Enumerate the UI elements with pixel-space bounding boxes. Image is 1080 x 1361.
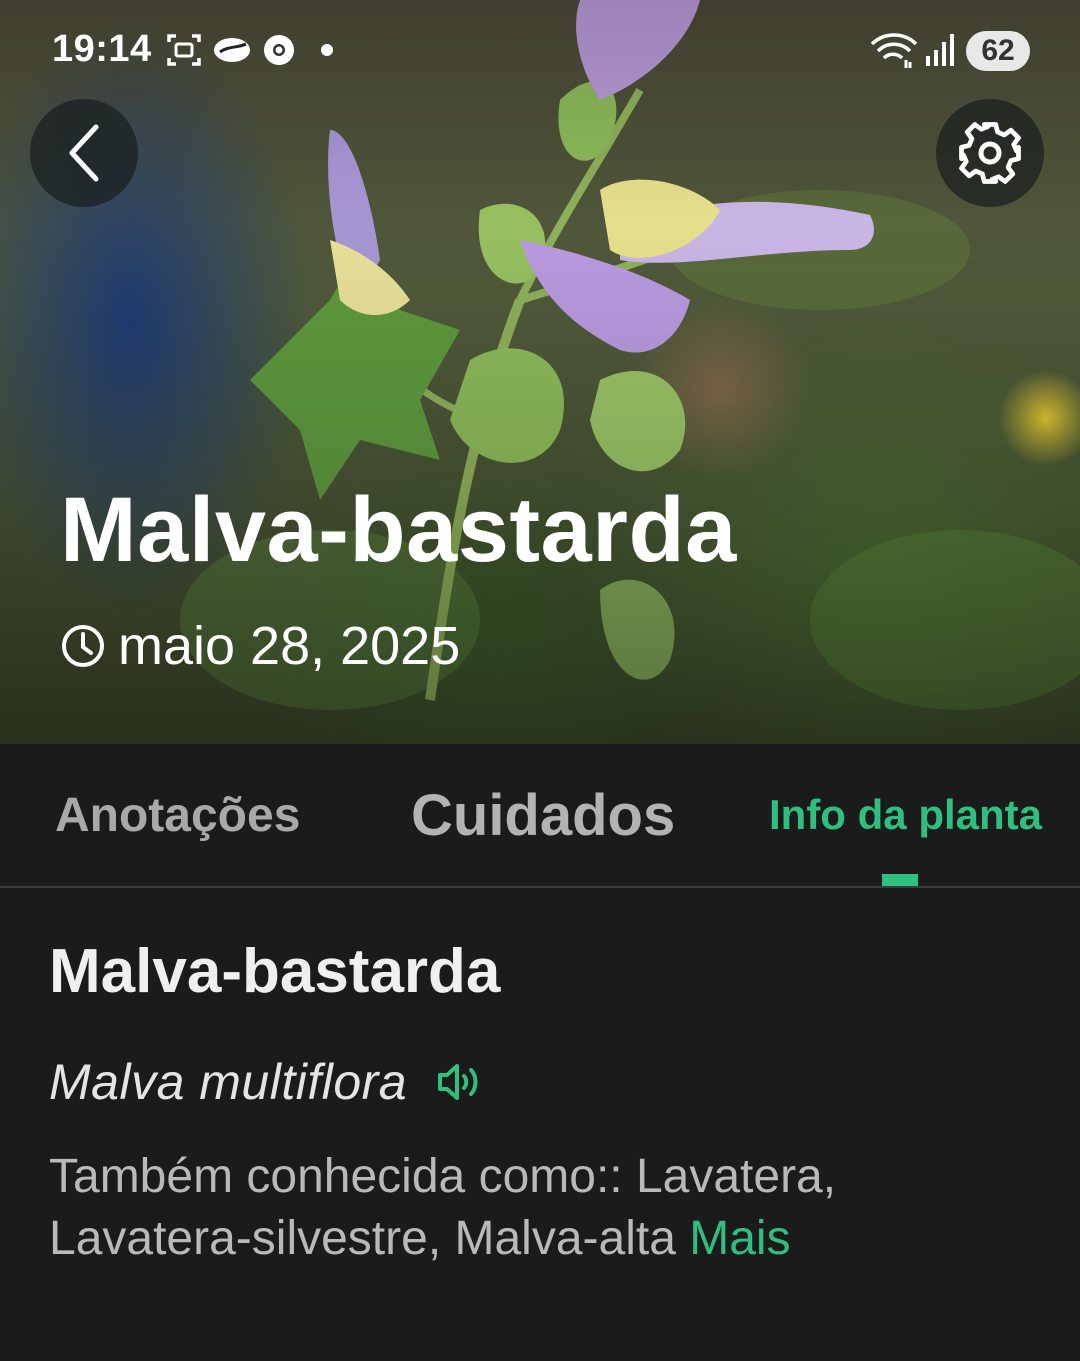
cloud-icon <box>214 38 250 62</box>
also-known-as: Também conhecida como:: Lavatera, Lavate… <box>49 1146 1039 1270</box>
tab-info-da-planta[interactable]: Info da planta <box>769 744 1042 886</box>
speaker-icon <box>438 1064 478 1100</box>
settings-button[interactable] <box>936 99 1044 207</box>
tab-bar: Anotações Cuidados Info da planta <box>0 744 1080 888</box>
gear-icon <box>959 122 1021 184</box>
tab-cuidados[interactable]: Cuidados <box>411 744 675 886</box>
active-tab-indicator <box>882 874 918 886</box>
chevron-left-icon <box>69 124 99 182</box>
back-button[interactable] <box>30 99 138 207</box>
pronounce-button[interactable] <box>437 1062 483 1102</box>
scientific-name-row: Malva multiflora <box>49 1050 483 1114</box>
status-time: 19:14 <box>52 28 152 70</box>
chrome-icon <box>264 35 294 65</box>
dot-icon <box>321 44 333 56</box>
signal-icon <box>926 34 954 66</box>
tab-anotacoes[interactable]: Anotações <box>55 744 300 886</box>
status-bar: 19:14 62 <box>0 0 1080 100</box>
plant-title: Malva-bastarda <box>60 479 737 581</box>
scientific-name: Malva multiflora <box>49 1054 408 1110</box>
more-link[interactable]: Mais <box>689 1212 790 1265</box>
battery-indicator: 62 <box>966 31 1030 71</box>
date-row: maio 28, 2025 <box>60 612 460 680</box>
screenshot-icon <box>167 34 201 66</box>
clock-icon <box>62 625 104 667</box>
wifi-icon <box>870 33 918 68</box>
date-label: maio 28, 2025 <box>118 616 461 676</box>
common-name: Malva-bastarda <box>49 937 501 1006</box>
